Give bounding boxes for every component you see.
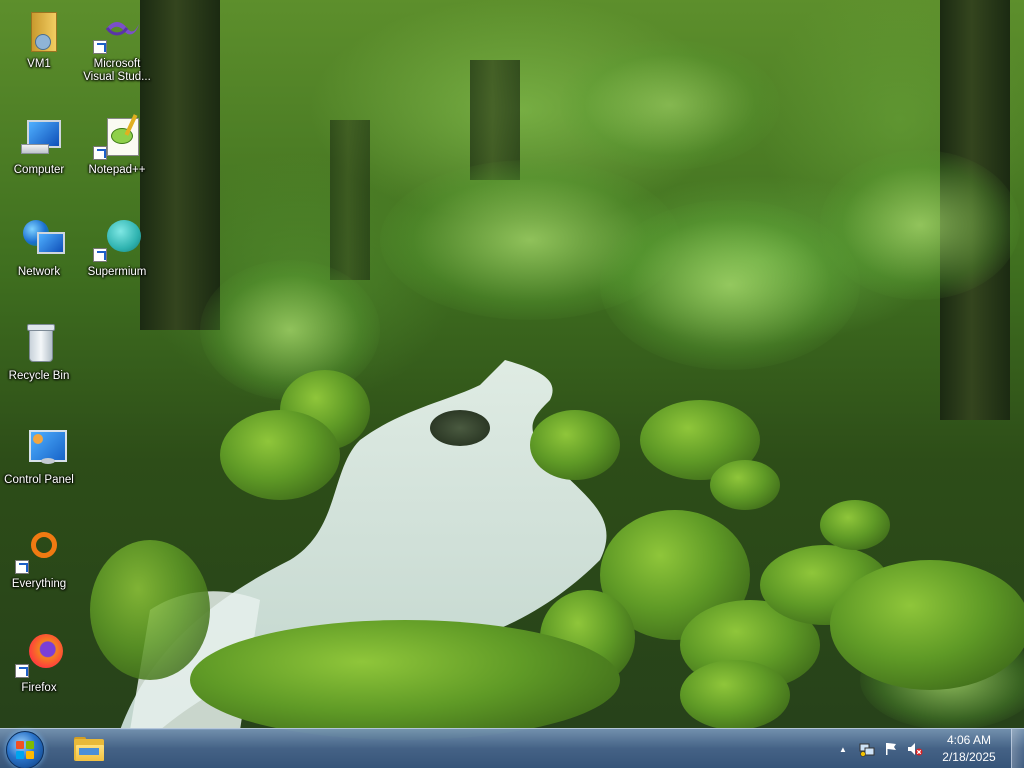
taskbar-clock[interactable]: 4:06 AM 2/18/2025 [933, 732, 1005, 766]
folder-user-icon [15, 6, 63, 54]
show-hidden-icons-button[interactable]: ▲ [833, 739, 853, 759]
clock-time: 4:06 AM [946, 733, 992, 747]
visual-studio-icon [93, 6, 141, 54]
desktop-icon-label: Computer [13, 164, 65, 176]
desktop-icon-label: Network [17, 266, 61, 278]
control-panel-icon [15, 422, 67, 470]
show-desktop-button[interactable] [1011, 729, 1024, 768]
taskbar-explorer-button[interactable] [62, 731, 116, 767]
system-tray: ▲ 4:06 AM 2/18/2025 [831, 729, 1024, 768]
desktop-icon-label: Microsoft Visual Stud... [83, 58, 151, 83]
firefox-icon [15, 630, 63, 678]
desktop-icon-everything[interactable]: Everything [0, 522, 78, 618]
desktop-icon-label: Firefox [21, 682, 57, 694]
desktop-icon-label: Recycle Bin [8, 370, 70, 382]
desktop-icon-notepadpp[interactable]: Notepad++ [78, 108, 156, 204]
taskbar: ▲ 4:06 AM 2/18/2025 [0, 728, 1024, 768]
desktop-icon-label: Supermium [87, 266, 147, 278]
supermium-icon [93, 214, 141, 262]
desktop-icon-label: VM1 [27, 58, 51, 70]
desktop-icon-vm1[interactable]: VM1 [0, 2, 78, 98]
everything-search-icon [15, 526, 63, 574]
desktop-icon-control-panel[interactable]: Control Panel [0, 418, 78, 514]
desktop-icon-network[interactable]: Network [0, 210, 78, 306]
desktop-icon-visual-studio[interactable]: Microsoft Visual Stud... [78, 2, 156, 98]
network-icon [15, 214, 65, 262]
action-center-flag-icon[interactable] [881, 739, 901, 759]
volume-muted-icon[interactable] [905, 739, 925, 759]
start-button[interactable] [6, 731, 44, 768]
desktop-icon-firefox[interactable]: Firefox [0, 626, 78, 722]
desktop-icon-supermium[interactable]: Supermium [78, 210, 156, 306]
recycle-bin-icon [15, 318, 63, 366]
file-explorer-icon [74, 737, 104, 761]
clock-date: 2/18/2025 [942, 750, 996, 764]
windows-logo-icon [16, 741, 34, 759]
desktop-icon-label: Control Panel [4, 474, 74, 486]
notepadpp-icon [93, 112, 141, 160]
desktop-icon-label: Notepad++ [88, 164, 146, 176]
desktop-icon-recycle-bin[interactable]: Recycle Bin [0, 314, 78, 410]
network-tray-icon[interactable] [857, 739, 877, 759]
desktop-icon-label: Everything [11, 578, 67, 590]
computer-icon [15, 112, 63, 160]
chevron-up-icon: ▲ [839, 744, 847, 754]
desktop-icon-computer[interactable]: Computer [0, 108, 78, 204]
